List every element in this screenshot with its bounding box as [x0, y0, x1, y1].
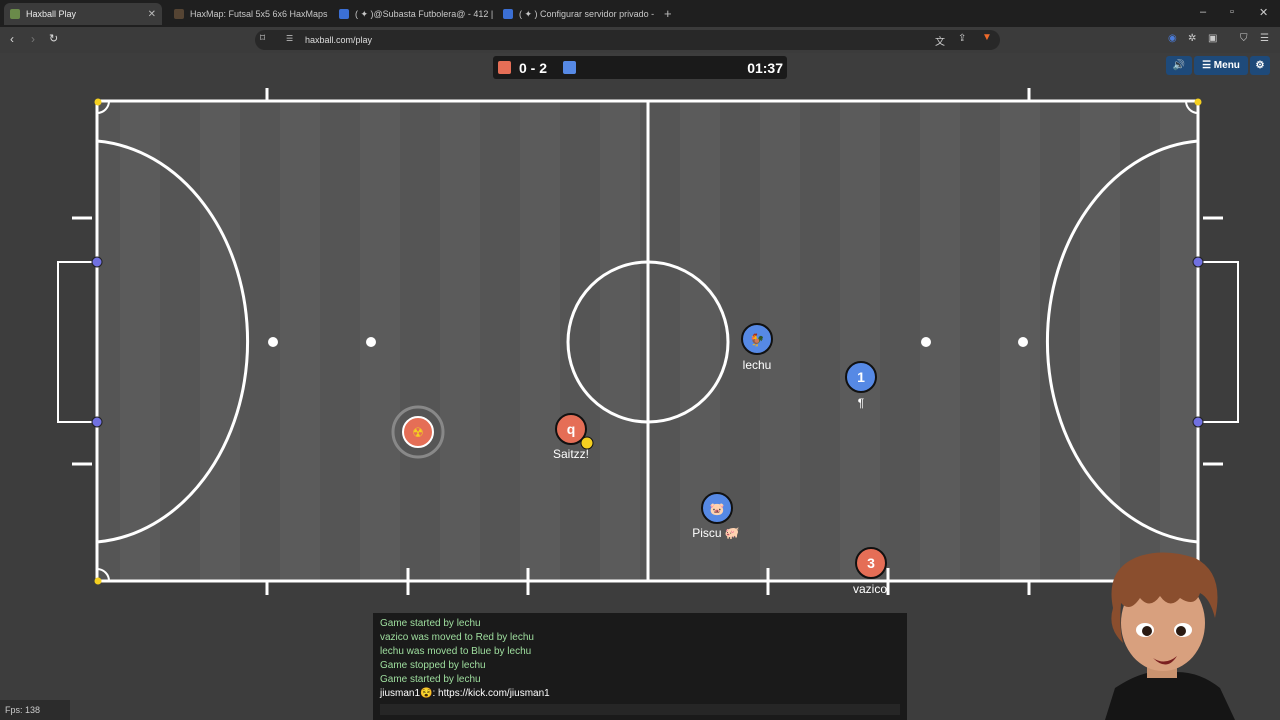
- player-name-lechu: lechu: [742, 358, 772, 372]
- close-window-icon[interactable]: ✕: [1259, 6, 1268, 19]
- tab-bar: Haxball Play ✕ HaxMap: Futsal 5x5 6x6 Ha…: [0, 0, 1280, 27]
- game-controls: 🔊 ☰ Menu ⚙: [1166, 56, 1270, 76]
- tab-haxmap[interactable]: HaxMap: Futsal 5x5 6x6 HaxMaps Le: [168, 3, 328, 25]
- scoreboard: 0 - 2 01:37: [493, 56, 787, 79]
- tab-subasta[interactable]: ( ✦ )@Subasta Futbolera@ - 412 | E: [333, 3, 493, 25]
- right-goal: [1198, 261, 1239, 423]
- chat-panel: Game started by lechu vazico was moved t…: [373, 613, 907, 720]
- browser-toolbar: ‹ › ↻ ⌑ ☰ haxball.com/play 文 ⇪ ▼ ◉ ✲ ▣ ⛉…: [0, 27, 1280, 53]
- tab-label: ( ✦ ) Configurar servidor privado - R: [519, 8, 657, 19]
- close-icon[interactable]: ✕: [140, 9, 156, 20]
- player-name-pilcrow: ¶: [857, 396, 865, 410]
- score-text: 0 - 2: [519, 60, 548, 76]
- tab-configurar[interactable]: ( ✦ ) Configurar servidor privado - R: [497, 3, 657, 25]
- player-name-saitzz: Saitzz!: [552, 447, 590, 461]
- tab-label: HaxMap: Futsal 5x5 6x6 HaxMaps Le: [190, 9, 328, 19]
- new-tab-icon[interactable]: +: [664, 6, 672, 21]
- gear-icon[interactable]: ⚙: [1250, 56, 1270, 75]
- chat-message: lechu was moved to Blue by lechu: [380, 646, 532, 657]
- extensions-icon[interactable]: ✲: [1188, 33, 1196, 44]
- player-vazico: 3: [855, 547, 887, 579]
- game-timer: 01:37: [747, 60, 783, 76]
- player-pilcrow: 1: [845, 361, 877, 393]
- share-icon[interactable]: ⇪: [958, 33, 966, 44]
- svg-text:🐓: 🐓: [750, 333, 765, 347]
- bookmark-icon[interactable]: ⌑: [260, 33, 265, 44]
- streamer-avatar: [1105, 552, 1235, 720]
- minimize-icon[interactable]: –: [1200, 6, 1206, 18]
- futsal-field: 🐓 1 q 🐷 3 ☢: [57, 88, 1239, 595]
- tab-haxball-play[interactable]: Haxball Play ✕: [4, 3, 162, 25]
- roblox-favicon: [339, 9, 349, 19]
- red-team-indicator: [498, 61, 511, 74]
- menu-button[interactable]: ☰ Menu: [1194, 56, 1248, 75]
- maximize-icon[interactable]: ▫: [1230, 6, 1234, 18]
- player-lechu: 🐓: [741, 323, 773, 355]
- haxmap-favicon: [174, 9, 184, 19]
- haxball-favicon: [10, 9, 20, 19]
- svg-text:q: q: [567, 421, 576, 437]
- svg-text:1: 1: [857, 369, 865, 385]
- back-icon[interactable]: ‹: [10, 32, 14, 46]
- forward-icon[interactable]: ›: [31, 32, 35, 46]
- brave-shield-icon[interactable]: ▼: [982, 32, 992, 43]
- fps-counter: Fps: 138: [0, 700, 70, 720]
- speaker-icon[interactable]: 🔊: [1166, 56, 1192, 75]
- tab-label: ( ✦ )@Subasta Futbolera@ - 412 | E: [355, 8, 493, 19]
- chat-message: Game started by lechu: [380, 674, 481, 685]
- player-name-piscu: Piscu 🐖: [692, 526, 740, 540]
- player-name-vazico: vazico: [852, 582, 888, 596]
- translate-icon[interactable]: 文: [935, 33, 945, 48]
- player-piscu: 🐷: [701, 492, 733, 524]
- chat-message: jiusman1😵: https://kick.com/jiusman1: [380, 688, 550, 699]
- tab-label: Haxball Play: [26, 9, 77, 19]
- chat-input[interactable]: [380, 704, 900, 715]
- site-info-icon[interactable]: ☰: [286, 34, 293, 43]
- vpn-icon[interactable]: ◉: [1168, 33, 1177, 44]
- roblox-favicon: [503, 9, 513, 19]
- chat-message: Game started by lechu: [380, 618, 481, 629]
- wallet-icon[interactable]: ⛉: [1240, 33, 1248, 44]
- sidebar-icon[interactable]: ▣: [1208, 33, 1217, 44]
- game-area[interactable]: 🐓 1 q 🐷 3 ☢ lechu ¶ Saitzz! Piscu 🐖 vazi…: [0, 53, 1280, 720]
- svg-text:🐷: 🐷: [710, 502, 725, 516]
- svg-text:3: 3: [867, 555, 875, 571]
- chat-message: vazico was moved to Red by lechu: [380, 632, 534, 643]
- blue-team-indicator: [563, 61, 576, 74]
- reload-icon[interactable]: ↻: [49, 32, 58, 45]
- left-goal: [57, 261, 97, 423]
- chat-message: Game stopped by lechu: [380, 660, 486, 671]
- url-text: haxball.com/play: [305, 35, 373, 45]
- address-bar[interactable]: ⌑ ☰ haxball.com/play 文 ⇪ ▼: [255, 30, 1000, 50]
- menu-icon[interactable]: ☰: [1260, 33, 1269, 44]
- svg-text:☢: ☢: [412, 426, 424, 441]
